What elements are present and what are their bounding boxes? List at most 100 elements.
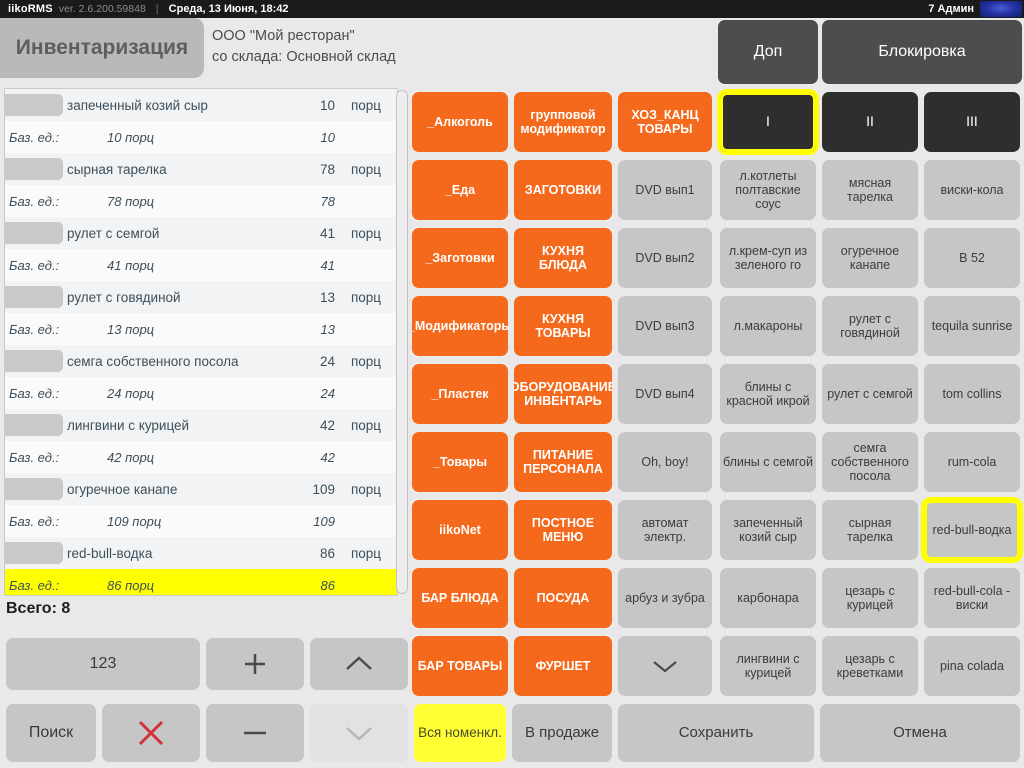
- scroll-down-button[interactable]: [310, 704, 408, 762]
- grid-button[interactable]: Oh, boy!: [618, 432, 712, 492]
- grid-button[interactable]: виски-кола: [924, 160, 1020, 220]
- grid-button[interactable]: арбуз и зубра: [618, 568, 712, 628]
- grid-button[interactable]: DVD вып3: [618, 296, 712, 356]
- table-row[interactable]: лингвини с курицей 42 порц: [5, 409, 397, 441]
- grid-button[interactable]: рулет с семгой: [822, 364, 918, 424]
- table-row-base-unit[interactable]: Баз. ед.: 109 порц 109: [5, 505, 397, 537]
- grid-button[interactable]: ХОЗ_КАНЦ ТОВАРЫ: [618, 92, 712, 152]
- grid-button[interactable]: семга собственного посола: [822, 432, 918, 492]
- grid-button[interactable]: л.крем-суп из зеленого го: [720, 228, 816, 288]
- table-row-base-unit[interactable]: Баз. ед.: 24 порц 24: [5, 377, 397, 409]
- grid-button[interactable]: red-bull-cola - виски: [924, 568, 1020, 628]
- table-row-base-unit[interactable]: Баз. ед.: 10 порц 10: [5, 121, 397, 153]
- additional-button[interactable]: Доп: [718, 20, 818, 84]
- grid-button[interactable]: КУХНЯ ТОВАРЫ: [514, 296, 612, 356]
- clear-button[interactable]: [102, 704, 200, 762]
- numeric-input-button[interactable]: 123: [6, 638, 200, 690]
- base-unit-value: 109 порц: [107, 513, 162, 529]
- row-indicator: [5, 542, 63, 564]
- minus-button[interactable]: [206, 704, 304, 762]
- item-quantity: 86: [319, 545, 335, 561]
- grid-button-label: ХОЗ_КАНЦ ТОВАРЫ: [631, 108, 699, 136]
- grid-button[interactable]: групповой модификатор: [514, 92, 612, 152]
- grid-button[interactable]: ПИТАНИЕ ПЕРСОНАЛА: [514, 432, 612, 492]
- search-button[interactable]: Поиск: [6, 704, 96, 762]
- grid-button[interactable]: _Модификаторы: [412, 296, 508, 356]
- grid-button[interactable]: DVD вып4: [618, 364, 712, 424]
- grid-button-label: семга собственного посола: [831, 441, 909, 483]
- grid-button[interactable]: блины с семгой: [720, 432, 816, 492]
- grid-button[interactable]: рулет с говядиной: [822, 296, 918, 356]
- save-button[interactable]: Сохранить: [618, 704, 814, 762]
- item-unit: порц: [350, 161, 382, 177]
- grid-button[interactable]: DVD вып1: [618, 160, 712, 220]
- grid-button[interactable]: pina colada: [924, 636, 1020, 696]
- table-row-base-unit[interactable]: Баз. ед.: 13 порц 13: [5, 313, 397, 345]
- scroll-up-button[interactable]: [310, 638, 408, 690]
- plus-button[interactable]: [206, 638, 304, 690]
- base-unit-label: Баз. ед.:: [9, 449, 60, 465]
- grid-button-label: _Пластек: [431, 387, 489, 401]
- current-user[interactable]: 7 Админ: [928, 3, 974, 15]
- grid-button[interactable]: ОБОРУДОВАНИЕ ИНВЕНТАРЬ: [514, 364, 612, 424]
- grid-button[interactable]: блины с красной икрой: [720, 364, 816, 424]
- grid-button[interactable]: I: [720, 92, 816, 152]
- grid-button[interactable]: сырная тарелка: [822, 500, 918, 560]
- grid-button[interactable]: цезарь с креветками: [822, 636, 918, 696]
- list-scrollbar[interactable]: [396, 90, 408, 594]
- cancel-button[interactable]: Отмена: [820, 704, 1020, 762]
- grid-button[interactable]: мясная тарелка: [822, 160, 918, 220]
- grid-button[interactable]: _Товары: [412, 432, 508, 492]
- grid-button-label: ФУРШЕТ: [535, 659, 591, 673]
- grid-button[interactable]: ПОСТНОЕ МЕНЮ: [514, 500, 612, 560]
- table-row[interactable]: рулет с семгой 41 порц: [5, 217, 397, 249]
- grid-button[interactable]: автомат электр.: [618, 500, 712, 560]
- grid-button[interactable]: _Алкоголь: [412, 92, 508, 152]
- table-row-base-unit[interactable]: Баз. ед.: 86 порц 86: [5, 569, 397, 595]
- table-row[interactable]: сырная тарелка 78 порц: [5, 153, 397, 185]
- grid-button[interactable]: л.котлеты полтавские соус: [720, 160, 816, 220]
- grid-button[interactable]: БАР ТОВАРЫ: [412, 636, 508, 696]
- table-row[interactable]: огуречное канапе 109 порц: [5, 473, 397, 505]
- table-row-base-unit[interactable]: Баз. ед.: 41 порц 41: [5, 249, 397, 281]
- grid-button[interactable]: КУХНЯ БЛЮДА: [514, 228, 612, 288]
- grid-button[interactable]: карбонара: [720, 568, 816, 628]
- grid-button[interactable]: tom collins: [924, 364, 1020, 424]
- grid-button[interactable]: rum-cola: [924, 432, 1020, 492]
- grid-button[interactable]: л.макароны: [720, 296, 816, 356]
- table-row[interactable]: red-bull-водка 86 порц: [5, 537, 397, 569]
- grid-button[interactable]: огуречное канапе: [822, 228, 918, 288]
- grid-button[interactable]: ЗАГОТОВКИ: [514, 160, 612, 220]
- avatar[interactable]: [980, 1, 1022, 17]
- grid-button[interactable]: DVD вып2: [618, 228, 712, 288]
- table-row-base-unit[interactable]: Баз. ед.: 42 порц 42: [5, 441, 397, 473]
- on-sale-button[interactable]: В продаже: [512, 704, 612, 762]
- base-unit-quantity: 41: [320, 257, 335, 273]
- grid-button[interactable]: _Заготовки: [412, 228, 508, 288]
- table-row-base-unit[interactable]: Баз. ед.: 78 порц 78: [5, 185, 397, 217]
- base-unit-quantity: 78: [320, 193, 335, 209]
- table-row[interactable]: запеченный козий сыр 10 порц: [5, 89, 397, 121]
- grid-scroll-down-button[interactable]: [618, 636, 712, 696]
- grid-button[interactable]: red-bull-водка: [924, 500, 1020, 560]
- grid-button[interactable]: ФУРШЕТ: [514, 636, 612, 696]
- grid-button[interactable]: ПОСУДА: [514, 568, 612, 628]
- grid-button[interactable]: B 52: [924, 228, 1020, 288]
- grid-button[interactable]: БАР БЛЮДА: [412, 568, 508, 628]
- lock-button[interactable]: Блокировка: [822, 20, 1022, 84]
- grid-button[interactable]: III: [924, 92, 1020, 152]
- grid-button[interactable]: цезарь с курицей: [822, 568, 918, 628]
- grid-button[interactable]: II: [822, 92, 918, 152]
- grid-button[interactable]: _Еда: [412, 160, 508, 220]
- inventory-list[interactable]: запеченный козий сыр 10 порц Баз. ед.: 10 по…: [4, 88, 398, 596]
- table-row[interactable]: рулет с говядиной 13 порц: [5, 281, 397, 313]
- grid-button[interactable]: запеченный козий сыр: [720, 500, 816, 560]
- grid-button[interactable]: _Пластек: [412, 364, 508, 424]
- table-row[interactable]: семга собственного посола 24 порц: [5, 345, 397, 377]
- row-indicator: [5, 94, 63, 116]
- grid-button[interactable]: tequila sunrise: [924, 296, 1020, 356]
- all-nomenclature-button[interactable]: Вся номенкл.: [414, 704, 506, 762]
- grid-button[interactable]: лингвини с курицей: [720, 636, 816, 696]
- item-quantity: 13: [319, 289, 335, 305]
- grid-button[interactable]: iikoNet: [412, 500, 508, 560]
